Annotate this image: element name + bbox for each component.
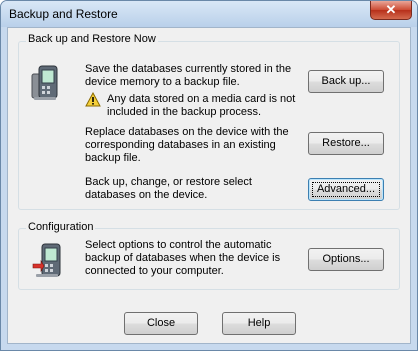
focus-rectangle bbox=[312, 182, 380, 197]
warning-text: Any data stored on a media card is not i… bbox=[107, 93, 296, 118]
back-up-button[interactable]: Back up... bbox=[308, 70, 384, 93]
handheld-sync-icon bbox=[32, 243, 61, 277]
configuration-group-label: Configuration bbox=[26, 221, 96, 233]
backup-restore-window: Backup and Restore ✕ Back up and Restore… bbox=[0, 0, 418, 351]
restore-description: Replace databases on the device with the… bbox=[85, 126, 289, 164]
handheld-device-icon bbox=[31, 65, 58, 100]
window-close-button[interactable]: ✕ bbox=[370, 1, 412, 20]
configuration-description: Select options to control the automatic … bbox=[85, 239, 281, 277]
close-icon: ✕ bbox=[385, 2, 397, 17]
advanced-button[interactable]: Advanced... bbox=[308, 178, 384, 201]
advanced-description: Back up, change, or restore select datab… bbox=[85, 176, 252, 201]
options-button[interactable]: Options... bbox=[308, 248, 384, 271]
help-button[interactable]: Help bbox=[222, 312, 296, 335]
title-bar[interactable]: Backup and Restore ✕ bbox=[1, 1, 417, 27]
close-button[interactable]: Close bbox=[124, 312, 198, 335]
backup-restore-group-label: Back up and Restore Now bbox=[26, 33, 158, 45]
backup-description: Save the databases currently stored in t… bbox=[85, 63, 292, 88]
window-title: Backup and Restore bbox=[9, 7, 118, 21]
warning-icon bbox=[85, 92, 101, 107]
dialog-client: Back up and Restore Now Save the databas… bbox=[7, 27, 411, 344]
restore-button[interactable]: Restore... bbox=[308, 132, 384, 155]
